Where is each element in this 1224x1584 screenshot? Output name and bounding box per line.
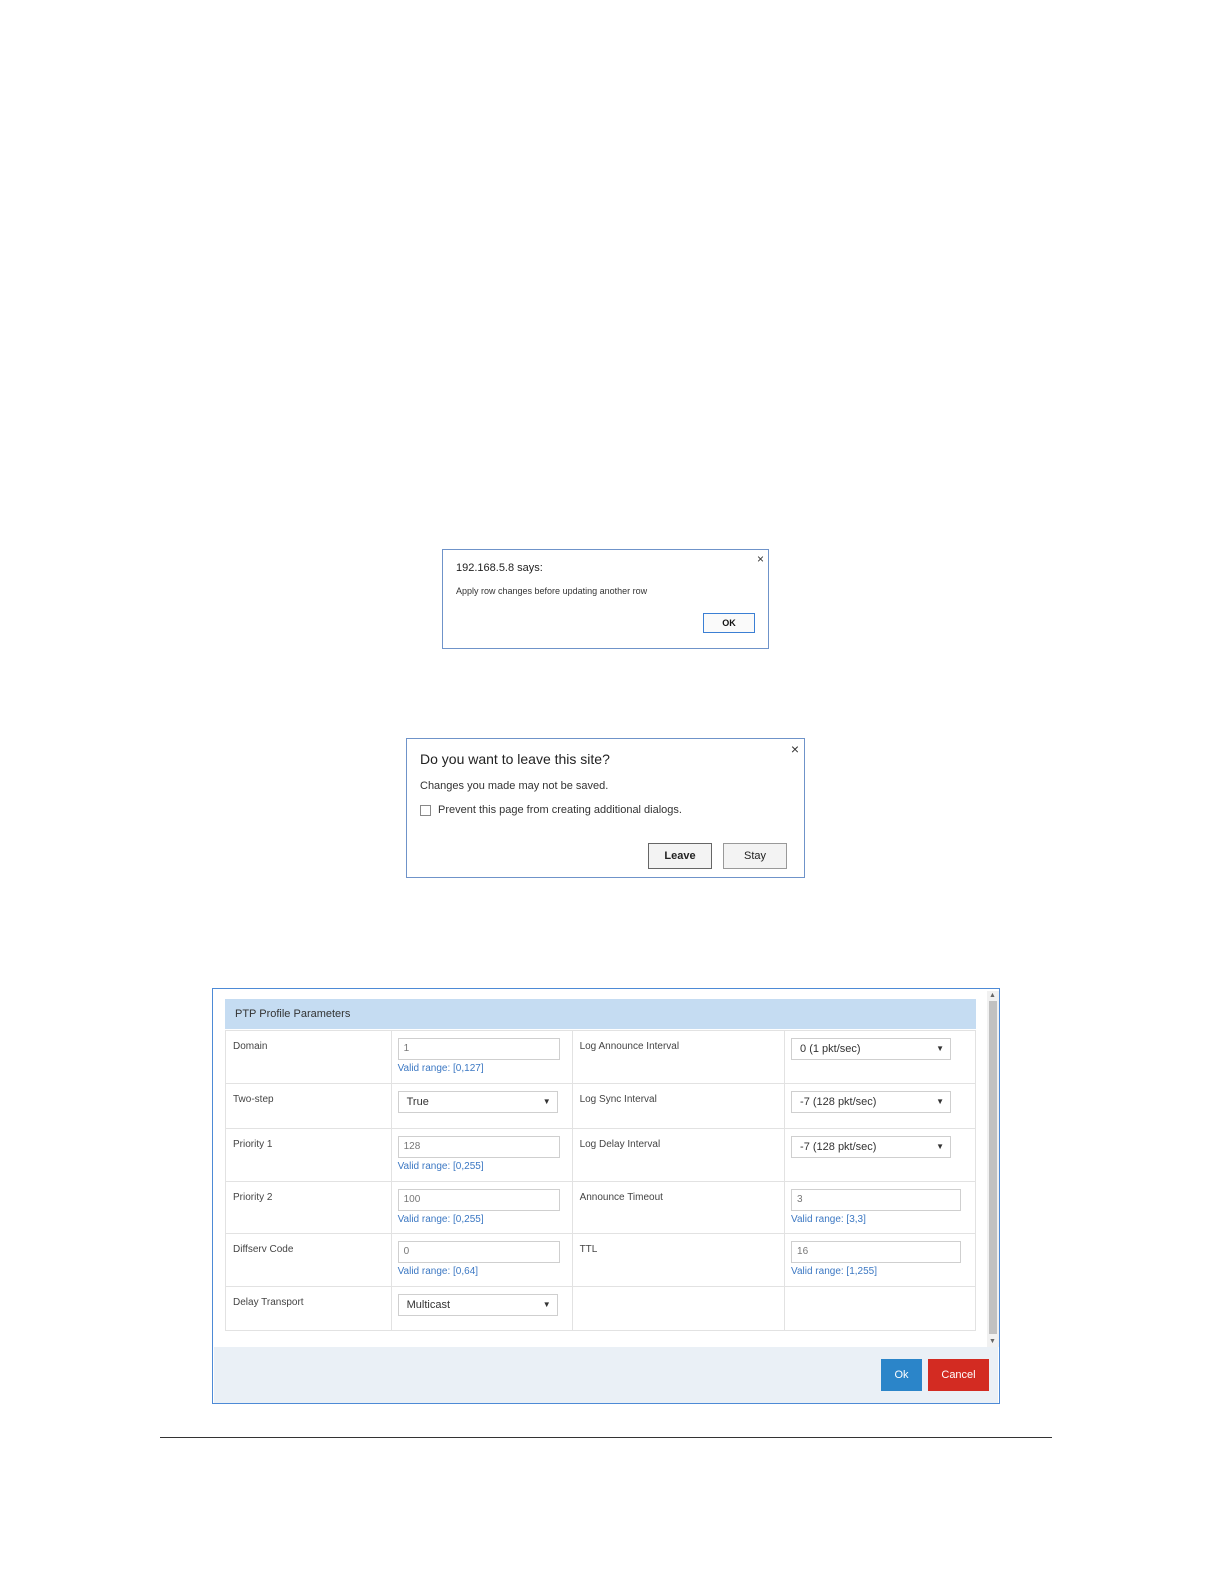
select-value: 0 (1 pkt/sec) [800, 1043, 861, 1055]
domain-label: Domain [225, 1030, 392, 1084]
dropdown-arrow-icon: ▼ [542, 1097, 551, 1106]
prevent-dialogs-row: Prevent this page from creating addition… [420, 804, 682, 816]
scroll-up-icon[interactable]: ▲ [989, 992, 996, 1000]
stay-button[interactable]: Stay [723, 843, 787, 869]
two-step-select[interactable]: True ▼ [397, 1091, 558, 1113]
prevent-dialogs-label: Prevent this page from creating addition… [438, 804, 682, 816]
priority-2-range: Valid range: [0,255] [397, 1214, 484, 1225]
priority-1-range: Valid range: [0,255] [397, 1161, 484, 1172]
scrollbar[interactable]: ▲ ▼ [987, 991, 999, 1347]
scrollbar-thumb[interactable] [989, 1001, 997, 1334]
dropdown-arrow-icon: ▼ [936, 1044, 945, 1053]
dialog-message: Changes you made may not be saved. [420, 780, 609, 792]
ttl-input[interactable]: 16 [791, 1241, 962, 1263]
dropdown-arrow-icon: ▼ [542, 1300, 551, 1309]
row-change-alert-dialog: 192.168.5.8 says: × Apply row changes be… [442, 549, 769, 649]
priority-1-label: Priority 1 [225, 1128, 392, 1182]
log-announce-interval-label: Log Announce Interval [571, 1030, 786, 1084]
empty-cell [784, 1286, 976, 1331]
priority-1-input[interactable]: 128 [397, 1136, 560, 1158]
log-sync-interval-label: Log Sync Interval [571, 1083, 786, 1129]
ttl-range: Valid range: [1,255] [791, 1266, 878, 1277]
table-row: Diffserv Code 0 Valid range: [0,64] TTL … [225, 1233, 976, 1287]
dialog-footer: Ok Cancel [214, 1347, 998, 1403]
select-value: -7 (128 pkt/sec) [800, 1096, 877, 1108]
prevent-dialogs-checkbox[interactable] [420, 804, 431, 816]
leave-site-dialog: Do you want to leave this site? × Change… [406, 738, 805, 878]
alert-message: Apply row changes before updating anothe… [456, 586, 648, 596]
table-row: Delay Transport Multicast ▼ [225, 1286, 976, 1331]
select-value: True [406, 1096, 429, 1108]
diffserv-code-label: Diffserv Code [225, 1233, 392, 1287]
announce-timeout-input[interactable]: 3 [791, 1189, 962, 1211]
empty-cell [571, 1286, 786, 1331]
parameters-table: Domain 1 Valid range: [0,127] Log Announ… [225, 1030, 976, 1331]
priority-2-label: Priority 2 [225, 1181, 392, 1234]
log-announce-interval-select[interactable]: 0 (1 pkt/sec) ▼ [791, 1038, 952, 1060]
ttl-label: TTL [571, 1233, 786, 1287]
select-value: Multicast [406, 1299, 451, 1311]
ok-button[interactable]: Ok [881, 1359, 922, 1391]
diffserv-code-range: Valid range: [0,64] [397, 1266, 479, 1277]
priority-2-input[interactable]: 100 [397, 1189, 560, 1211]
domain-input[interactable]: 1 [397, 1038, 560, 1060]
log-delay-interval-label: Log Delay Interval [571, 1128, 786, 1182]
two-step-label: Two-step [225, 1083, 392, 1129]
leave-button[interactable]: Leave [648, 843, 712, 869]
diffserv-code-input[interactable]: 0 [397, 1241, 560, 1263]
ptp-profile-dialog: PTP Profile Parameters ▲ ▼ Domain 1 Vali… [212, 988, 1000, 1404]
ok-button[interactable]: OK [703, 613, 755, 633]
dropdown-arrow-icon: ▼ [936, 1142, 945, 1151]
section-header: PTP Profile Parameters [225, 999, 976, 1029]
table-row: Priority 1 128 Valid range: [0,255] Log … [225, 1128, 976, 1182]
announce-timeout-range: Valid range: [3,3] [791, 1214, 866, 1225]
scroll-down-icon[interactable]: ▼ [989, 1338, 996, 1346]
close-icon[interactable]: × [791, 742, 799, 756]
announce-timeout-label: Announce Timeout [571, 1181, 786, 1234]
delay-transport-label: Delay Transport [225, 1286, 392, 1331]
alert-title: 192.168.5.8 says: [456, 562, 543, 574]
dialog-title: Do you want to leave this site? [420, 751, 610, 767]
log-sync-interval-select[interactable]: -7 (128 pkt/sec) ▼ [791, 1091, 952, 1113]
table-row: Priority 2 100 Valid range: [0,255] Anno… [225, 1181, 976, 1234]
page-divider [160, 1437, 1052, 1438]
delay-transport-select[interactable]: Multicast ▼ [397, 1294, 558, 1316]
table-row: Two-step True ▼ Log Sync Interval -7 (12… [225, 1083, 976, 1129]
table-row: Domain 1 Valid range: [0,127] Log Announ… [225, 1030, 976, 1084]
log-delay-interval-select[interactable]: -7 (128 pkt/sec) ▼ [791, 1136, 952, 1158]
close-icon[interactable]: × [757, 553, 764, 565]
cancel-button[interactable]: Cancel [928, 1359, 989, 1391]
dropdown-arrow-icon: ▼ [936, 1097, 945, 1106]
domain-range: Valid range: [0,127] [397, 1063, 484, 1074]
select-value: -7 (128 pkt/sec) [800, 1141, 877, 1153]
